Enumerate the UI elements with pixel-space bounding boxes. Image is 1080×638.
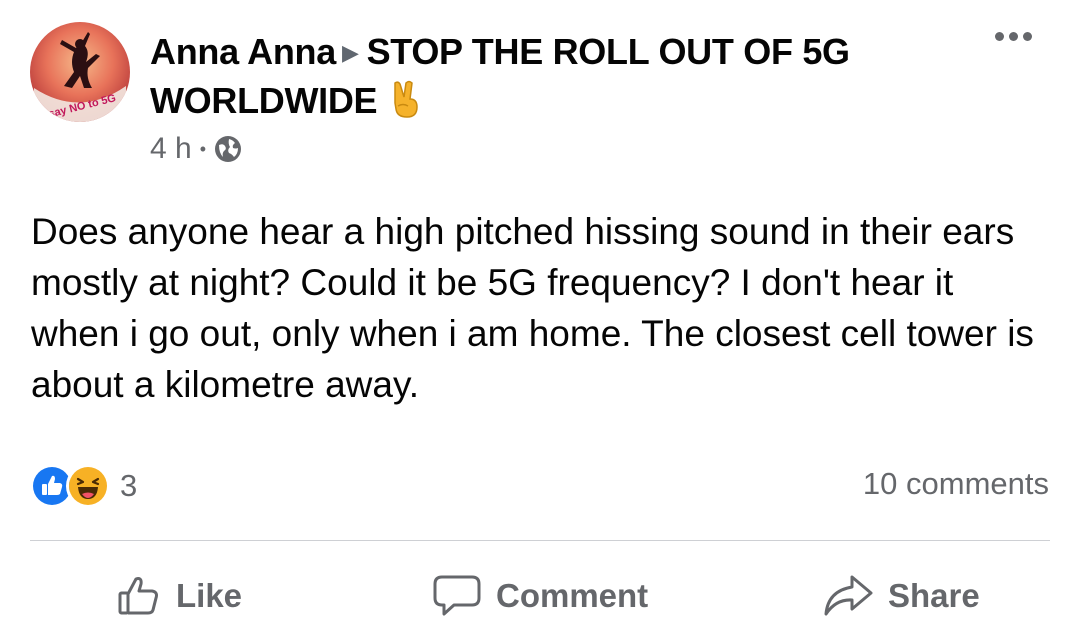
post-time[interactable]: 4 h: [150, 132, 192, 166]
comments-count-link[interactable]: 10 comments: [863, 466, 1049, 502]
victory-hand-emoji-icon: [387, 79, 423, 131]
author-avatar[interactable]: I say NO to 5G: [30, 22, 130, 122]
speech-bubble-icon: [432, 573, 482, 619]
share-button[interactable]: Share: [822, 566, 980, 626]
share-arrow-icon: [822, 573, 874, 619]
more-dot-icon: [1009, 32, 1018, 41]
globe-icon: [214, 135, 242, 163]
reactions-summary[interactable]: 3: [30, 464, 137, 508]
post-body-text: Does anyone hear a high pitched hissing …: [31, 211, 1034, 405]
more-options-button[interactable]: [995, 32, 1032, 41]
divider: [30, 540, 1050, 541]
more-dot-icon: [995, 32, 1004, 41]
action-bar: Like Comment Share: [0, 566, 1080, 626]
author-name[interactable]: Anna Anna: [150, 31, 336, 72]
more-dot-icon: [1023, 32, 1032, 41]
post-meta: 4 h •: [150, 132, 242, 166]
reaction-count: 3: [120, 468, 138, 503]
comment-button[interactable]: Comment: [432, 566, 648, 626]
like-button[interactable]: Like: [116, 566, 242, 626]
comment-label: Comment: [496, 577, 649, 614]
post-header: Anna Anna ▶ STOP THE ROLL OUT OF 5G WORLDW…: [150, 28, 950, 131]
share-label: Share: [888, 577, 980, 614]
arrow-right-icon: ▶: [341, 40, 359, 65]
like-label: Like: [176, 577, 243, 614]
post-card: I say NO to 5G Anna Anna ▶ STOP THE ROLL O…: [0, 0, 1080, 638]
separator-dot: •: [199, 138, 207, 159]
haha-reaction-icon: [66, 464, 110, 508]
thumbs-up-icon: [116, 573, 162, 619]
